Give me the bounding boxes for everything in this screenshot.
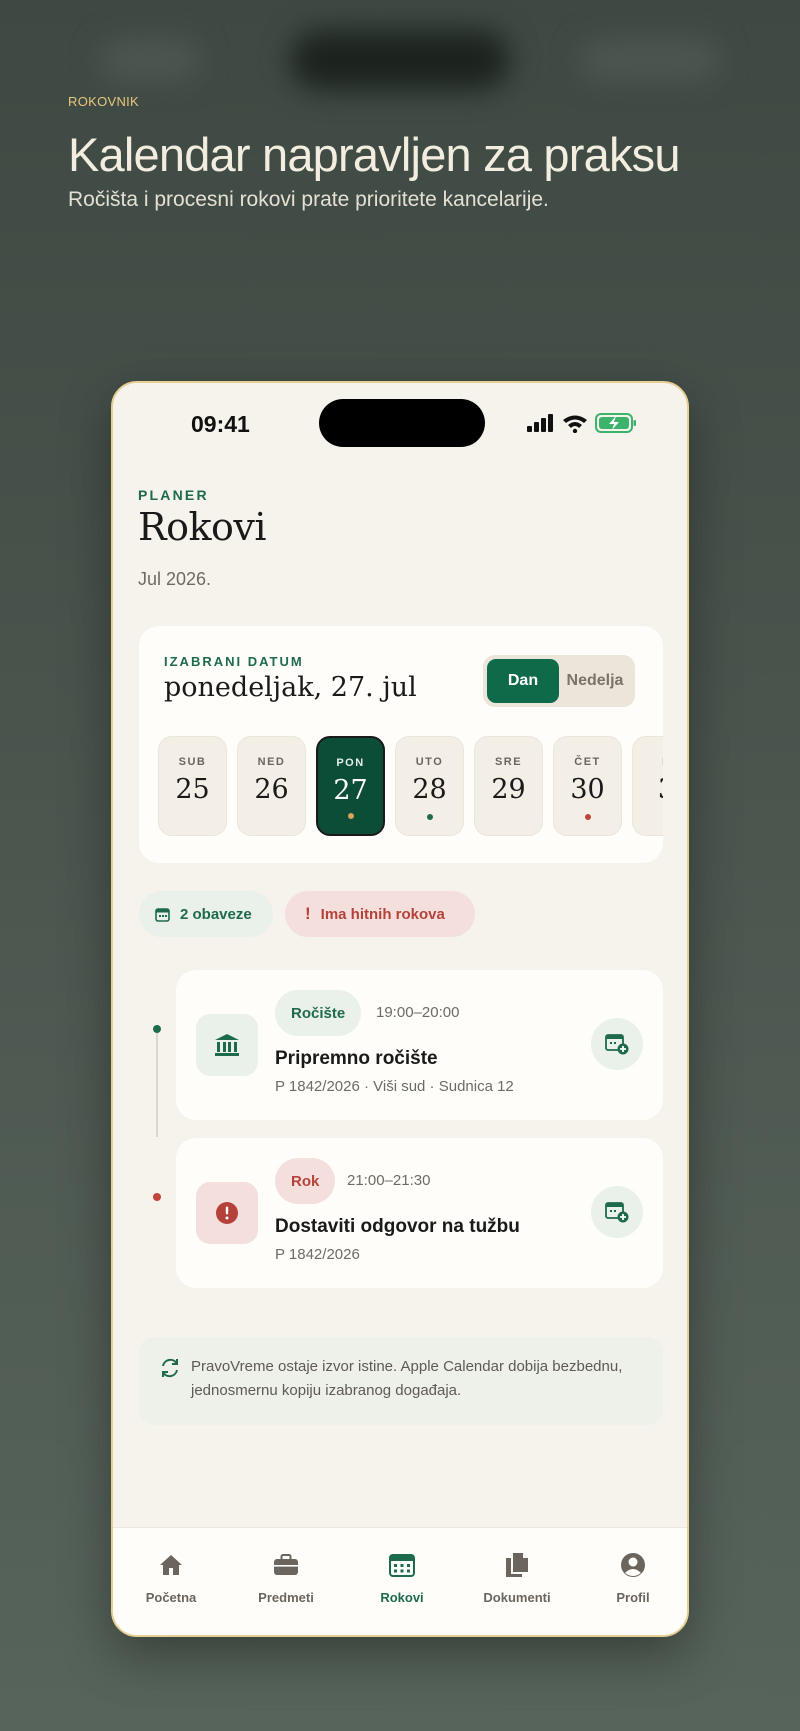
add-to-calendar-button[interactable] (591, 1018, 643, 1070)
exclamation-icon: ! (305, 904, 311, 923)
briefcase-icon (274, 1554, 298, 1575)
background-blur (290, 30, 510, 90)
urgent-dot (584, 814, 591, 820)
timeline-line (156, 1029, 158, 1137)
marketing-subtitle: Ročišta i procesni rokovi prate priorite… (68, 188, 549, 211)
day-weekday: PON (336, 757, 365, 769)
wifi-icon (563, 415, 587, 433)
background-blur (100, 40, 200, 80)
status-icons (527, 413, 637, 433)
event-time: 21:00–21:30 (347, 1172, 431, 1189)
view-day-button[interactable]: Dan (487, 659, 559, 703)
day-number: 30 (570, 774, 605, 805)
tab-label: Profil (616, 1590, 650, 1605)
day-number: 3 (633, 774, 663, 805)
urgent-deadlines-chip: ! Ima hitnih rokova (285, 891, 475, 937)
day-number: 28 (412, 774, 447, 805)
sync-info-banner: PravoVreme ostaje izvor istine. Apple Ca… (139, 1337, 663, 1425)
battery-charging-icon (595, 413, 636, 433)
calendar-add-icon (605, 1202, 629, 1223)
tab-home[interactable]: Početna (113, 1550, 229, 1605)
sync-info-text: PravoVreme ostaje izvor istine. Apple Ca… (191, 1358, 623, 1399)
alert-icon (196, 1182, 258, 1244)
obligations-count: 2 obaveze (180, 905, 252, 923)
day-number: 27 (333, 775, 368, 806)
event-time: 19:00–20:00 (376, 1004, 460, 1021)
day-number: 26 (254, 774, 289, 805)
view-toggle: Dan Nedelja (483, 655, 635, 707)
event-type-tag: Rok (275, 1158, 336, 1204)
event-meta: P 1842/2026 · Viši sud · Sudnica 12 (275, 1078, 514, 1095)
day-weekday: NED (257, 756, 286, 768)
view-week-button[interactable]: Nedelja (559, 659, 631, 703)
add-to-calendar-button[interactable] (591, 1186, 643, 1238)
tab-label: Predmeti (258, 1590, 314, 1605)
day-strip: SUB25 NED26 PON27 UTO28 SRE29 ČET30 P3 (158, 736, 663, 836)
day-cell-tue[interactable]: UTO 28 (395, 736, 464, 836)
marketing-header: ROKOVNIK Kalendar napravljen za praksu R… (68, 94, 768, 212)
day-number: 25 (175, 774, 210, 805)
marketing-title: Kalendar napravljen za praksu (68, 128, 681, 181)
month-label: Jul 2026. (138, 569, 212, 589)
tab-label: Rokovi (380, 1590, 424, 1605)
timeline-dot-hearing (153, 1025, 161, 1033)
event-card-hearing[interactable]: Ročište 19:00–20:00 Pripremno ročište P … (176, 970, 663, 1120)
date-picker-card: IZABRANI DATUM ponedeljak, 27. jul Dan N… (139, 626, 663, 863)
calendar-icon (389, 1554, 415, 1577)
sync-icon (162, 1358, 178, 1378)
tab-documents[interactable]: Dokumenti (459, 1550, 575, 1605)
dynamic-island (319, 399, 485, 447)
event-card-deadline[interactable]: Rok 21:00–21:30 Dostaviti odgovor na tuž… (176, 1138, 663, 1288)
calendar-add-icon (605, 1034, 629, 1055)
tab-profile[interactable]: Profil (575, 1550, 687, 1605)
home-icon (160, 1555, 182, 1575)
tab-label: Početna (145, 1590, 197, 1605)
tab-label: Dokumenti (483, 1590, 551, 1605)
day-cell-sun[interactable]: NED 26 (237, 736, 306, 836)
signal-icon (527, 414, 553, 432)
page-title: Rokovi (138, 505, 267, 549)
profile-icon (621, 1553, 645, 1577)
event-dot (426, 814, 433, 820)
event-type-tag: Ročište (275, 990, 362, 1036)
event-title: Pripremno ročište (275, 1048, 438, 1069)
selected-date: ponedeljak, 27. jul (164, 672, 417, 703)
event-meta: P 1842/2026 (275, 1246, 360, 1263)
calendar-small-icon (155, 907, 170, 922)
urgent-deadlines-label: Ima hitnih rokova (320, 905, 445, 923)
planner-eyebrow: PLANER (138, 487, 209, 503)
marketing-eyebrow: ROKOVNIK (68, 94, 140, 109)
day-cell-fri[interactable]: P3 (632, 736, 663, 836)
day-weekday: SRE (494, 756, 523, 768)
tab-deadlines[interactable]: Rokovi (344, 1550, 460, 1605)
day-weekday: ČET (574, 756, 601, 768)
status-time: 09:41 (191, 411, 250, 437)
day-cell-wed[interactable]: SRE 29 (474, 736, 543, 836)
tab-cases[interactable]: Predmeti (228, 1550, 344, 1605)
tab-bar: Početna Predmeti Rokovi Dokumenti Profil (113, 1527, 687, 1635)
day-cell-thu[interactable]: ČET 30 (553, 736, 622, 836)
obligations-count-chip: 2 obaveze (139, 891, 273, 937)
courthouse-icon (196, 1014, 258, 1076)
documents-icon (506, 1553, 528, 1577)
day-weekday: UTO (415, 756, 444, 768)
event-title: Dostaviti odgovor na tužbu (275, 1216, 520, 1237)
timeline-dot-deadline (153, 1193, 161, 1201)
background-blur (580, 40, 720, 80)
day-number: 29 (491, 774, 526, 805)
event-dot (347, 813, 354, 819)
day-cell-mon-selected[interactable]: PON 27 (316, 736, 385, 836)
day-weekday: P (633, 756, 663, 768)
day-weekday: SUB (178, 756, 207, 768)
day-cell-sat[interactable]: SUB 25 (158, 736, 227, 836)
selected-date-label: IZABRANI DATUM (164, 654, 304, 669)
phone-frame: 09:41 PLANER Rokovi Jul 2026. IZABRANI D… (111, 381, 689, 1637)
